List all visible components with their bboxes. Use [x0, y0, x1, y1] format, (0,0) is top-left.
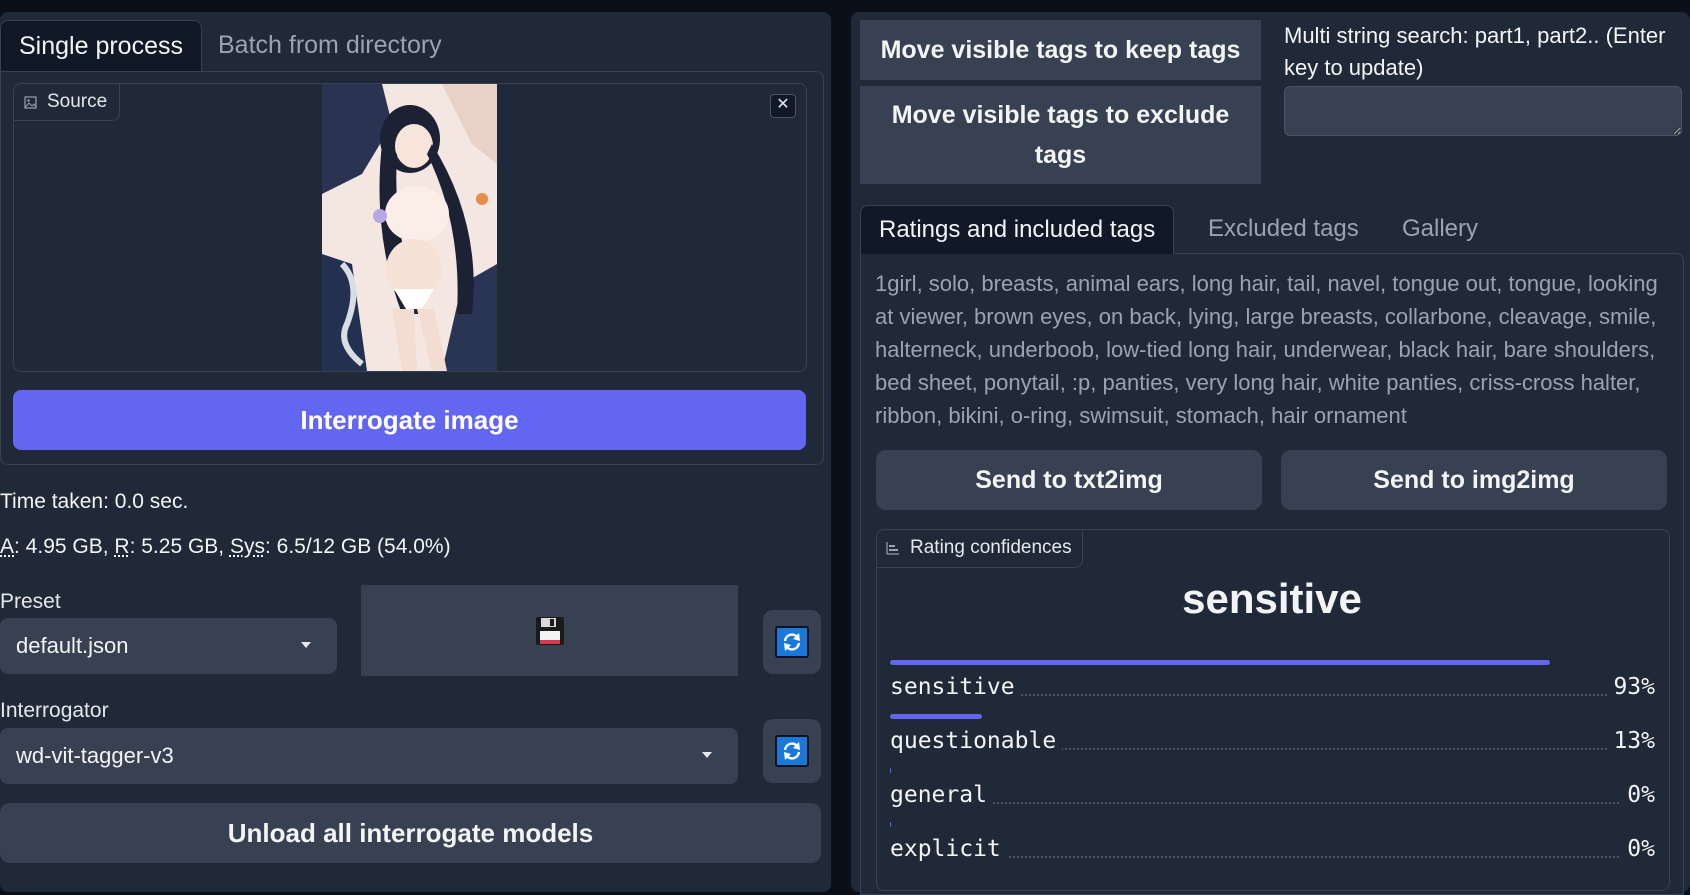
move-to-keep-button[interactable]: Move visible tags to keep tags [860, 20, 1261, 80]
tab-batch-from-directory[interactable]: Batch from directory [200, 20, 460, 70]
floppy-disk-icon [535, 616, 564, 645]
chevron-down-icon [301, 642, 311, 648]
rating-percent: 93% [1607, 674, 1655, 700]
rating-percent: 0% [1621, 782, 1655, 808]
interrogator-label: Interrogator [0, 699, 109, 722]
save-preset-button[interactable] [361, 585, 738, 676]
rating-name: explicit [890, 836, 1007, 862]
rating-name: questionable [890, 728, 1063, 754]
tab-excluded-tags[interactable]: Excluded tags [1190, 205, 1377, 253]
memory-usage-text: A: 4.95 GB, R: 5.25 GB, Sys: 6.5/12 GB (… [0, 535, 451, 559]
memory-sys-value: : 6.5/12 GB (54.0%) [264, 535, 451, 558]
rating-row-sensitive: sensitive 93% [890, 660, 1655, 710]
unload-models-button[interactable]: Unload all interrogate models [0, 803, 821, 863]
rating-confidences-text: Rating confidences [910, 537, 1072, 558]
refresh-presets-button[interactable] [763, 610, 821, 674]
rating-dots [890, 802, 1655, 804]
rating-row-general: general 0% [890, 768, 1655, 818]
tab-gallery[interactable]: Gallery [1384, 205, 1496, 253]
search-label: Multi string search: part1, part2.. (Ent… [1284, 23, 1666, 80]
interrogate-image-button[interactable]: Interrogate image [13, 390, 806, 450]
memory-a-key: A [0, 535, 15, 558]
top-rating-label: sensitive [1182, 575, 1362, 622]
tab-ratings-included[interactable]: Ratings and included tags [860, 205, 1175, 254]
rating-name: general [890, 782, 993, 808]
rating-bar [890, 822, 891, 827]
source-label-text: Source [47, 91, 108, 112]
rating-percent: 0% [1621, 836, 1655, 862]
memory-r-value: : 5.25 GB, [129, 535, 230, 558]
rating-confidences-label: Rating confidences [876, 529, 1083, 568]
preset-label: Preset [0, 590, 61, 613]
interrogator-value: wd-vit-tagger-v3 [16, 743, 174, 768]
refresh-icon [775, 626, 809, 658]
preset-value: default.json [16, 633, 129, 658]
rating-bar [890, 714, 983, 719]
move-to-exclude-button[interactable]: Move visible tags to exclude tags [860, 86, 1261, 184]
rating-percent: 13% [1607, 728, 1655, 754]
close-icon[interactable]: ✕ [770, 94, 796, 118]
refresh-icon [775, 735, 809, 767]
source-image-box[interactable]: Source ✕ [13, 83, 807, 372]
memory-a-value: : 4.95 GB, [14, 535, 115, 558]
rating-name: sensitive [890, 674, 1021, 700]
source-label: Source [14, 84, 121, 121]
included-tags-text[interactable]: 1girl, solo, breasts, animal ears, long … [875, 267, 1675, 432]
bar-chart-icon [886, 542, 899, 555]
rating-bar [890, 660, 1551, 665]
time-taken-text: Time taken: 0.0 sec. [0, 490, 189, 513]
memory-sys-key: Sys [229, 535, 265, 558]
memory-r-key: R [114, 535, 130, 558]
source-image [322, 84, 497, 371]
chevron-down-icon [702, 752, 712, 758]
send-to-img2img-button[interactable]: Send to img2img [1281, 450, 1667, 510]
send-to-txt2img-button[interactable]: Send to txt2img [876, 450, 1262, 510]
preset-dropdown[interactable]: default.json [0, 618, 337, 674]
refresh-interrogators-button[interactable] [763, 719, 821, 783]
rating-bar [890, 768, 891, 773]
rating-row-explicit: explicit 0% [890, 822, 1655, 872]
tab-single-process[interactable]: Single process [0, 20, 202, 71]
rating-row-questionable: questionable 13% [890, 714, 1655, 764]
image-icon [24, 95, 37, 109]
search-input[interactable] [1284, 86, 1682, 136]
interrogator-dropdown[interactable]: wd-vit-tagger-v3 [0, 728, 738, 784]
